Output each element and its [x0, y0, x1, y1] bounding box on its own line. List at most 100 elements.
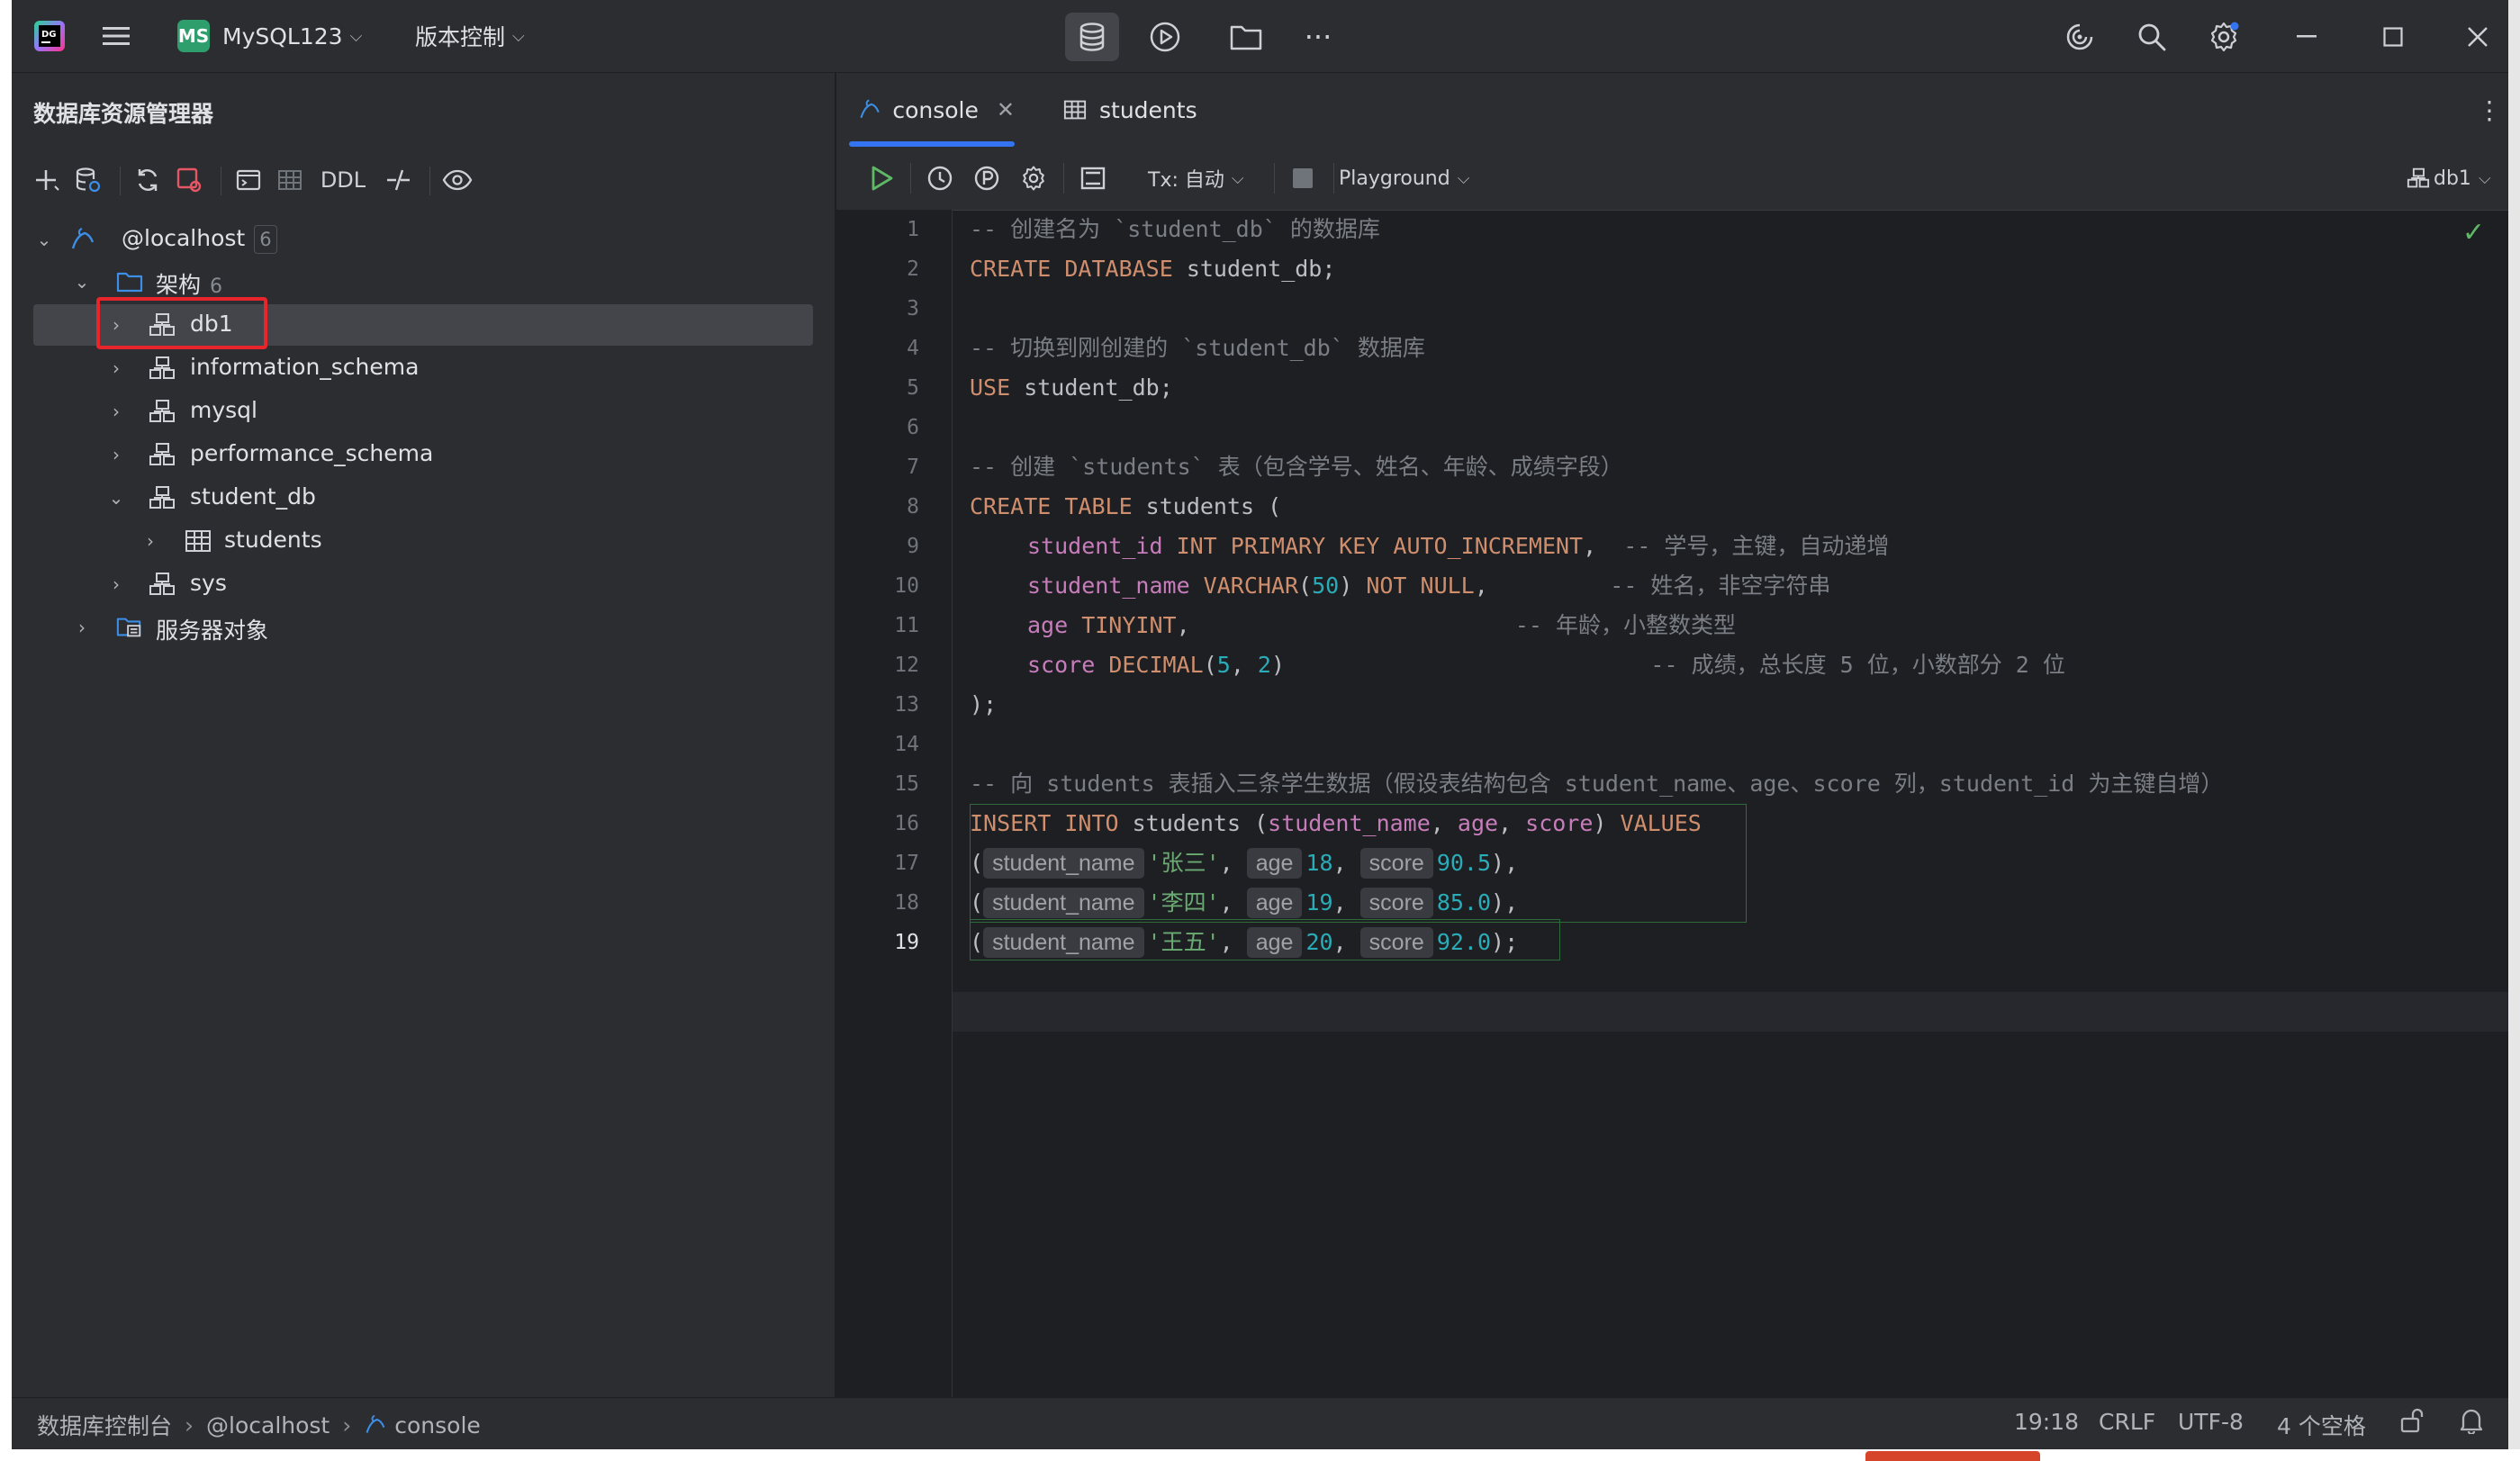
caret-position[interactable]: 19:18 [2014, 1409, 2079, 1435]
close-tab-icon[interactable]: ✕ [997, 97, 1015, 122]
mysql-console-icon [366, 1414, 385, 1433]
chevron-down-icon[interactable]: ⌄ [71, 268, 93, 295]
disconnect-button[interactable] [172, 163, 206, 197]
current-line-highlight [836, 992, 2508, 1032]
jump-to-source-button[interactable] [381, 163, 415, 197]
close-window-button[interactable] [2459, 18, 2497, 56]
vcs-menu[interactable]: 版本控制 ⌵ [415, 16, 525, 56]
tree-node-localhost[interactable]: ⌄ @localhost 6 [33, 219, 813, 260]
table-editor-button[interactable] [273, 163, 307, 197]
tree-node-server-objects[interactable]: › 服务器对象 [33, 607, 813, 648]
statement-range-outline [970, 804, 1747, 923]
project-files-button[interactable] [1227, 18, 1265, 56]
output-layout-button[interactable] [1079, 161, 1106, 195]
indent-setting[interactable]: 4 个空格 [2277, 1409, 2366, 1441]
transaction-mode-dropdown[interactable]: Tx: 自动 ⌵ [1148, 161, 1244, 195]
line-number-gutter: 1 2 3 4 5 6 7 8 9 10 11 12 13 14 15 16 1… [836, 210, 953, 1397]
code-line-2[interactable]: CREATE DATABASE student_db; [970, 249, 1335, 289]
code-line-7[interactable]: -- 创建 `students` 表（包含学号、姓名、年龄、成绩字段） [970, 447, 1623, 487]
explain-plan-button[interactable] [973, 161, 1000, 195]
chevron-right-icon[interactable]: › [140, 528, 161, 555]
tab-console[interactable]: console ✕ [849, 73, 1015, 147]
code-line-4[interactable]: -- 切换到刚创建的 `student_db` 数据库 [970, 329, 1425, 368]
chevron-down-icon: ⌵ [1457, 168, 1470, 188]
jump-to-console-button[interactable] [231, 163, 266, 197]
chevron-right-icon[interactable]: › [105, 398, 127, 425]
code-line-1[interactable]: -- 创建名为 `student_db` 的数据库 [970, 210, 1380, 249]
refresh-button[interactable] [131, 163, 165, 197]
tree-node-mysql[interactable]: › mysql [33, 391, 813, 432]
chevron-down-icon[interactable]: ⌄ [105, 484, 127, 511]
main-menu-icon[interactable] [98, 18, 134, 54]
chevron-right-icon[interactable]: › [71, 614, 93, 641]
folder-icon [1230, 25, 1262, 50]
stop-button[interactable] [1292, 161, 1314, 195]
line-number: 6 [907, 416, 919, 439]
inspection-ok-icon[interactable]: ✓ [2462, 217, 2485, 248]
tree-node-label: mysql [190, 397, 257, 423]
line-number: 4 [907, 337, 919, 360]
code-line-13[interactable]: ); [970, 685, 997, 725]
tree-node-student-db[interactable]: ⌄ student_db [33, 477, 813, 519]
chevron-right-icon[interactable]: › [105, 441, 127, 468]
database-tool-button[interactable] [1065, 13, 1119, 61]
history-button[interactable] [926, 161, 953, 195]
code-line-11[interactable]: age TINYINT, -- 年龄，小整数类型 [1027, 606, 1736, 645]
datasource-selector[interactable]: db1 ⌵ [2407, 161, 2491, 195]
line-number: 12 [894, 654, 919, 677]
code-line-5[interactable]: USE student_db; [970, 368, 1173, 408]
ddl-button[interactable]: DDL [318, 163, 368, 197]
code-line-8[interactable]: CREATE TABLE students ( [970, 487, 1281, 527]
view-options-button[interactable] [440, 163, 474, 197]
breadcrumb-item[interactable]: 数据库控制台 [37, 1409, 172, 1441]
node-count-badge: 6 [254, 225, 277, 254]
app-logo-icon[interactable]: DG [32, 18, 68, 54]
file-encoding[interactable]: UTF-8 [2178, 1409, 2244, 1435]
run-services-icon [1150, 22, 1180, 52]
breadcrumb-item[interactable]: @localhost [206, 1412, 330, 1438]
services-button[interactable] [1146, 18, 1184, 56]
minimize-button[interactable] [2288, 18, 2326, 56]
line-separator[interactable]: CRLF [2099, 1409, 2155, 1435]
notifications-button[interactable] [2459, 1407, 2484, 1434]
settings-button[interactable] [1020, 161, 1047, 195]
refresh-icon [138, 169, 158, 191]
line-number: 8 [907, 495, 919, 519]
chevron-right-icon[interactable]: › [105, 355, 127, 382]
tree-node-information-schema[interactable]: › information_schema [33, 347, 813, 389]
code-line-15[interactable]: -- 向 students 表插入三条学生数据（假设表结构包含 student_… [970, 764, 2223, 804]
line-number: 16 [894, 812, 919, 835]
highlight-annotation-box [96, 297, 267, 349]
tab-students[interactable]: students [1063, 73, 1197, 147]
playground-dropdown[interactable]: Playground ⌵ [1339, 161, 1469, 195]
code-line-12[interactable]: score DECIMAL(5, 2) -- 成绩，总长度 5 位，小数部分 2… [1027, 645, 2065, 685]
database-settings-icon [76, 167, 101, 193]
maximize-button[interactable] [2374, 18, 2412, 56]
search-button[interactable] [2133, 18, 2171, 56]
datasource-label: db1 [2434, 167, 2471, 190]
more-tools-button[interactable]: ··· [1299, 18, 1337, 56]
layout-icon [1080, 167, 1106, 190]
tab-label: console [892, 96, 979, 123]
tree-node-performance-schema[interactable]: › performance_schema [33, 434, 813, 475]
code-line-10[interactable]: student_name VARCHAR(50) NOT NULL, -- 姓名… [1027, 566, 1830, 606]
server-objects-icon [116, 614, 143, 641]
ai-assistant-button[interactable] [2061, 18, 2099, 56]
project-selector[interactable]: MS MySQL123 ⌵ [177, 16, 362, 56]
execute-button[interactable] [869, 161, 894, 195]
readonly-toggle[interactable] [2399, 1407, 2425, 1434]
tree-node-students[interactable]: › students [33, 520, 813, 562]
tree-node-sys[interactable]: › sys [33, 564, 813, 605]
code-line-9[interactable]: student_id INT PRIMARY KEY AUTO_INCREMEN… [1027, 527, 1889, 566]
data-source-properties-button[interactable] [71, 163, 105, 197]
new-button[interactable] [30, 163, 64, 197]
tab-options-button[interactable]: ⋮ [2477, 73, 2502, 147]
chevron-right-icon[interactable]: › [105, 571, 127, 598]
breadcrumb-item[interactable]: console [394, 1412, 481, 1438]
settings-button[interactable] [2205, 18, 2243, 56]
chevron-down-icon[interactable]: ⌄ [33, 226, 55, 253]
vcs-label: 版本控制 [415, 24, 506, 50]
chevron-down-icon: ⌵ [2478, 168, 2491, 188]
toolbar-separator [120, 167, 121, 195]
tree-node-label: sys [190, 570, 227, 596]
